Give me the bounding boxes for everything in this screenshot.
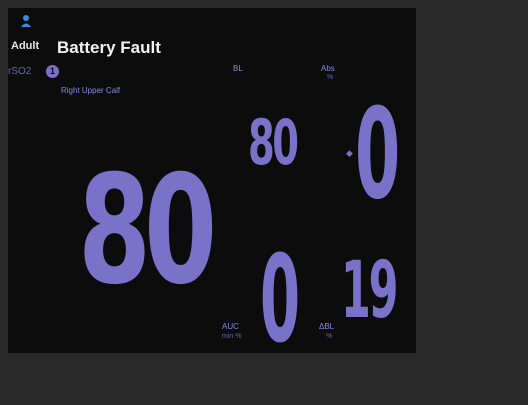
trend-marker: ◆ [346,148,353,158]
auc-sub: min % [222,333,242,340]
main-value: 80 [78,144,217,318]
person-icon[interactable] [19,14,33,28]
delta-baseline-label: ΔBL [319,322,335,331]
patient-category[interactable]: Adult [11,40,39,52]
parameter-name: rSO2 [8,66,32,77]
alarm-message: Battery Fault [57,38,161,57]
delta-value: 0 [355,82,401,227]
baseline-value: 80 [248,106,299,179]
abs-sub: % [327,74,334,81]
channel-number: 1 [49,66,55,76]
sensor-site: Right Upper Calf [61,86,121,95]
abs-label: Abs [321,64,335,73]
delta-baseline-value: 19 [341,246,398,336]
monitor-screen: Adult Battery Fault rSO2 1 Right Upper C… [8,8,416,353]
delta-baseline-sub: % [326,333,333,340]
auc-label: AUC [222,322,239,331]
channel-badge: 1 [46,65,59,78]
baseline-label: BL [233,64,243,73]
auc-value: 0 [260,231,301,354]
